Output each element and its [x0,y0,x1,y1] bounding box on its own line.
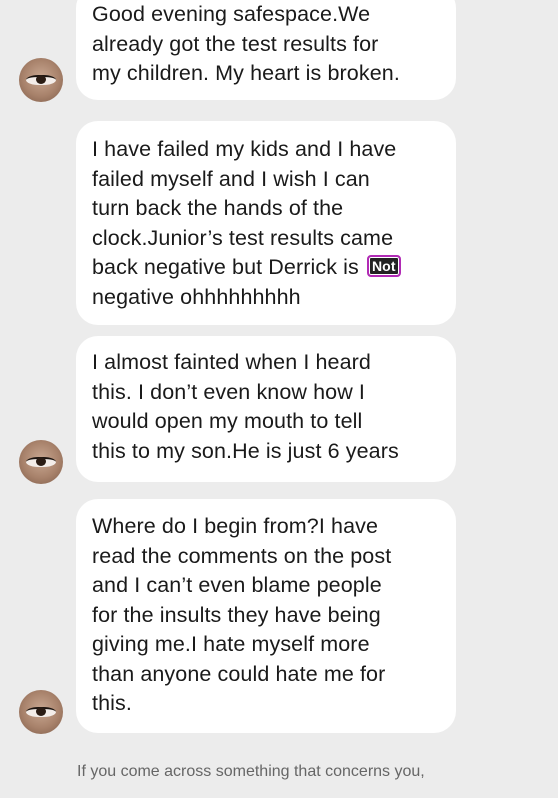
message-line: this. I don’t even know how I [92,379,365,404]
avatar[interactable] [19,690,63,734]
not-sticker: Not [366,255,401,277]
message-line: I have failed my kids and I have [92,137,397,161]
message-line: giving me.I hate myself more [92,632,370,656]
message-line: Good evening safespace.We [92,2,371,26]
message-line: read the comments on the post [92,543,392,568]
message-line: this to my son.He is just 6 years [92,438,399,463]
message-line: negative ohhhhhhhhh [92,284,301,309]
message-line: than anyone could hate me for [92,661,386,686]
message-line: I almost fainted when I heard [92,350,371,374]
message-line: clock.Junior’s test results came [92,225,394,250]
message-bubble: I have failed my kids and I have failed … [76,121,456,325]
footer-notice: If you come across something that concer… [77,763,425,780]
avatar[interactable] [19,58,63,102]
message-line: and I can’t even blame people [92,573,382,597]
message-line: for the insults they have being [92,602,381,627]
message-line: failed myself and I wish I can [92,166,370,191]
message-line: already got the test results for [92,31,379,56]
message-bubble: I almost fainted when I heard this. I do… [76,336,456,482]
message-line: my children. My heart is broken. [92,61,400,85]
message-line: this. [92,691,132,715]
avatar[interactable] [19,440,63,484]
message-bubble: Where do I begin from?I have read the co… [76,499,456,733]
message-line: turn back the hands of the [92,196,344,220]
message-line: Where do I begin from?I have [92,514,379,538]
message-line: would open my mouth to tell [92,409,363,433]
message-line: back negative but Derrick is Not [92,253,440,283]
chat-thread: Good evening safespace.We already got th… [0,0,558,798]
message-bubble: Good evening safespace.We already got th… [76,0,456,100]
